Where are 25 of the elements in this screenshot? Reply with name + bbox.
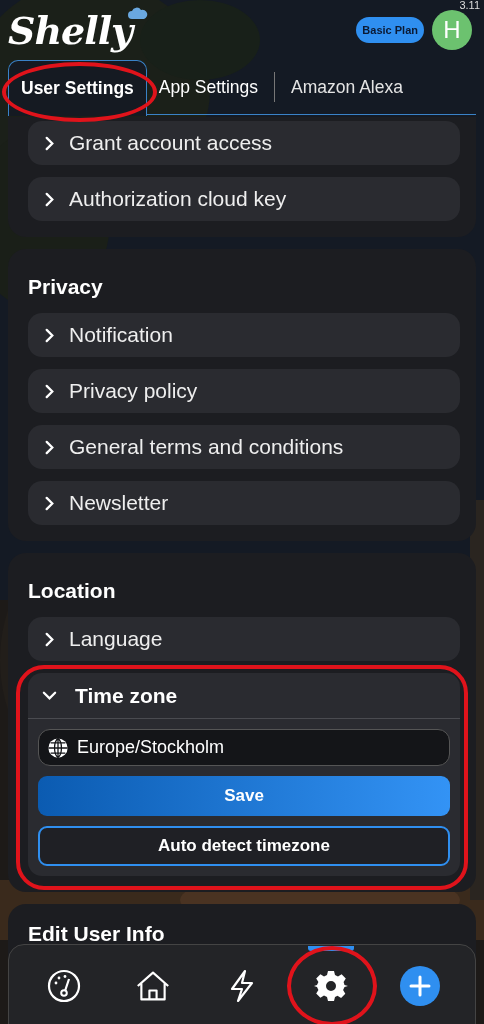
section-title: Edit User Info <box>28 922 166 946</box>
home-icon <box>135 969 170 1003</box>
gauge-icon <box>46 969 81 1003</box>
settings-icon <box>314 969 349 1003</box>
accordion-header[interactable]: Time zone <box>28 673 460 719</box>
settings-item[interactable]: Language <box>28 617 460 661</box>
section-title: Privacy <box>28 275 104 299</box>
status-time: 3.11 <box>459 0 480 11</box>
add-icon <box>400 966 441 1006</box>
settings-item[interactable]: Newsletter <box>28 481 460 525</box>
section-title: Location <box>28 579 117 603</box>
timezone-field[interactable]: Europe/Stockholm <box>38 729 450 766</box>
globe-icon <box>47 736 69 759</box>
settings-item[interactable]: General terms and conditions <box>28 425 460 469</box>
settings-item[interactable]: Grant account access <box>28 121 460 165</box>
plan-badge[interactable]: Basic Plan <box>356 17 424 43</box>
settings-item[interactable]: Privacy policy <box>28 369 460 413</box>
tab[interactable]: User Settings <box>8 60 147 116</box>
settings-item[interactable]: Authorization cloud key <box>28 177 460 221</box>
tab[interactable]: Amazon Alexa <box>279 60 415 114</box>
tab[interactable]: App Settings <box>146 60 271 114</box>
logo: Shelly <box>8 7 133 53</box>
settings-item[interactable]: Notification <box>28 313 460 357</box>
auto-detect-button[interactable]: Auto detect timezone <box>38 826 450 866</box>
save-button[interactable]: Save <box>38 776 450 816</box>
